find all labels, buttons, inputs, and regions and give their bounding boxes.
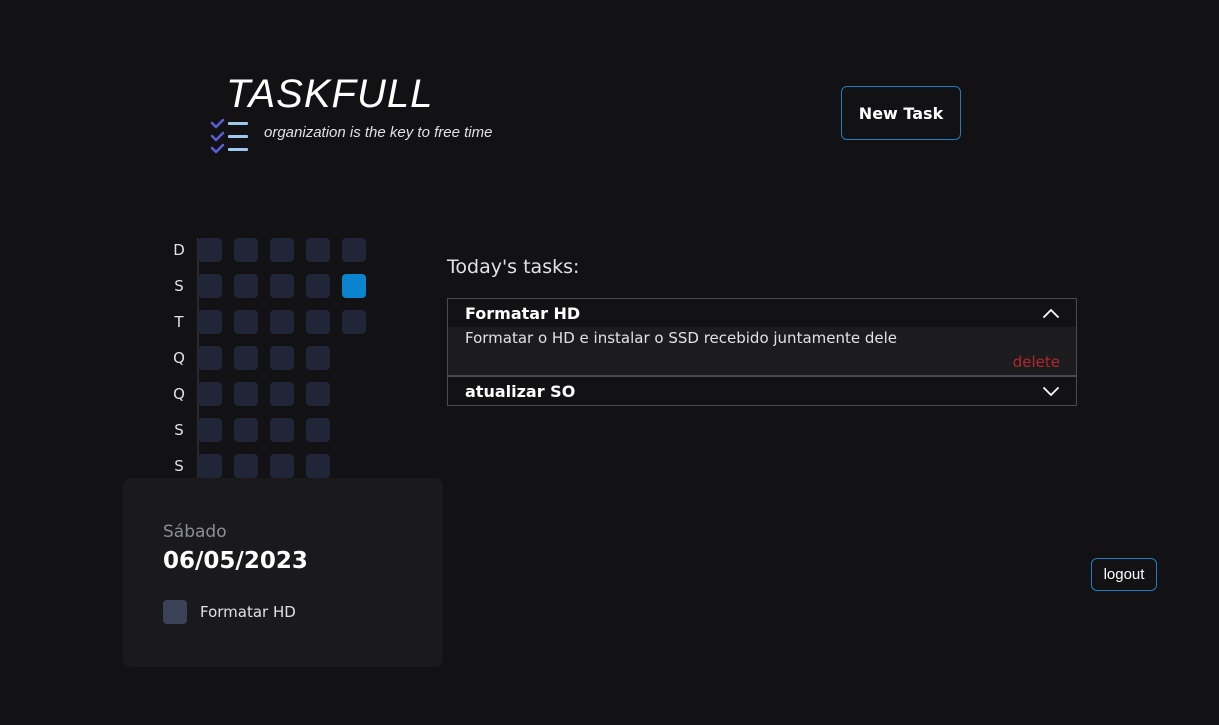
chevron-down-icon[interactable]	[1042, 385, 1060, 397]
habit-cell[interactable]	[198, 382, 222, 406]
habit-cell[interactable]	[234, 310, 258, 334]
habit-cell[interactable]	[234, 346, 258, 370]
day-summary-card: Sábado 06/05/2023 Formatar HD	[123, 478, 443, 667]
app-title: TASKFULL	[226, 72, 434, 116]
habit-cell[interactable]	[342, 310, 366, 334]
task-item: atualizar SO	[447, 377, 1077, 406]
habit-cell[interactable]	[270, 382, 294, 406]
summary-task-label: Formatar HD	[200, 603, 296, 621]
day-labels: D S T Q Q S S	[166, 232, 192, 484]
summary-date: 06/05/2023	[163, 548, 308, 574]
task-list: Formatar HD Formatar o HD e instalar o S…	[447, 298, 1077, 406]
task-title: Formatar HD	[465, 303, 581, 323]
habit-cell[interactable]	[234, 274, 258, 298]
habit-cell[interactable]	[198, 454, 222, 478]
day-label: Q	[173, 349, 185, 367]
page: TASKFULL organization is the key to free…	[0, 0, 1219, 725]
habit-cell[interactable]	[198, 238, 222, 262]
habit-cell[interactable]	[234, 454, 258, 478]
habit-cell[interactable]	[270, 346, 294, 370]
habit-cell[interactable]	[306, 238, 330, 262]
delete-task-button[interactable]: delete	[1013, 353, 1060, 371]
task-header-toggle[interactable]: atualizar SO	[448, 377, 1076, 405]
habit-cell[interactable]	[342, 274, 366, 298]
summary-task-item: Formatar HD	[163, 600, 296, 624]
summary-weekday: Sábado	[163, 522, 227, 542]
task-description: Formatar o HD e instalar o SSD recebido …	[465, 329, 898, 347]
habit-cell[interactable]	[342, 238, 366, 262]
habit-cell[interactable]	[198, 346, 222, 370]
habit-cell[interactable]	[198, 274, 222, 298]
day-label: S	[174, 277, 184, 295]
task-header-toggle[interactable]: Formatar HD	[448, 299, 1076, 327]
chevron-up-icon[interactable]	[1042, 307, 1060, 319]
day-label: Q	[173, 385, 185, 403]
habit-cell[interactable]	[270, 454, 294, 478]
app-tagline: organization is the key to free time	[264, 124, 493, 141]
day-label: D	[173, 241, 185, 259]
checklist-icon	[210, 118, 248, 154]
habit-cell[interactable]	[270, 274, 294, 298]
habit-cell[interactable]	[306, 382, 330, 406]
task-title: atualizar SO	[465, 381, 576, 401]
task-body: Formatar o HD e instalar o SSD recebido …	[448, 327, 1076, 376]
habit-cell[interactable]	[306, 346, 330, 370]
task-item: Formatar HD Formatar o HD e instalar o S…	[447, 298, 1077, 377]
habit-cell[interactable]	[198, 418, 222, 442]
habit-cell[interactable]	[270, 418, 294, 442]
habit-cell[interactable]	[306, 454, 330, 478]
habit-cell[interactable]	[270, 238, 294, 262]
habit-cell[interactable]	[234, 382, 258, 406]
day-label: T	[174, 313, 184, 331]
logout-button[interactable]: logout	[1091, 558, 1157, 591]
habit-cell[interactable]	[234, 238, 258, 262]
habit-cell[interactable]	[270, 310, 294, 334]
habit-cell[interactable]	[306, 418, 330, 442]
day-label: S	[174, 421, 184, 439]
tasks-heading: Today's tasks:	[447, 256, 580, 278]
task-checkbox[interactable]	[163, 600, 187, 624]
habit-cell[interactable]	[306, 310, 330, 334]
habit-cell[interactable]	[198, 310, 222, 334]
habit-cell[interactable]	[306, 274, 330, 298]
habit-cell[interactable]	[234, 418, 258, 442]
new-task-button[interactable]: New Task	[841, 86, 961, 140]
